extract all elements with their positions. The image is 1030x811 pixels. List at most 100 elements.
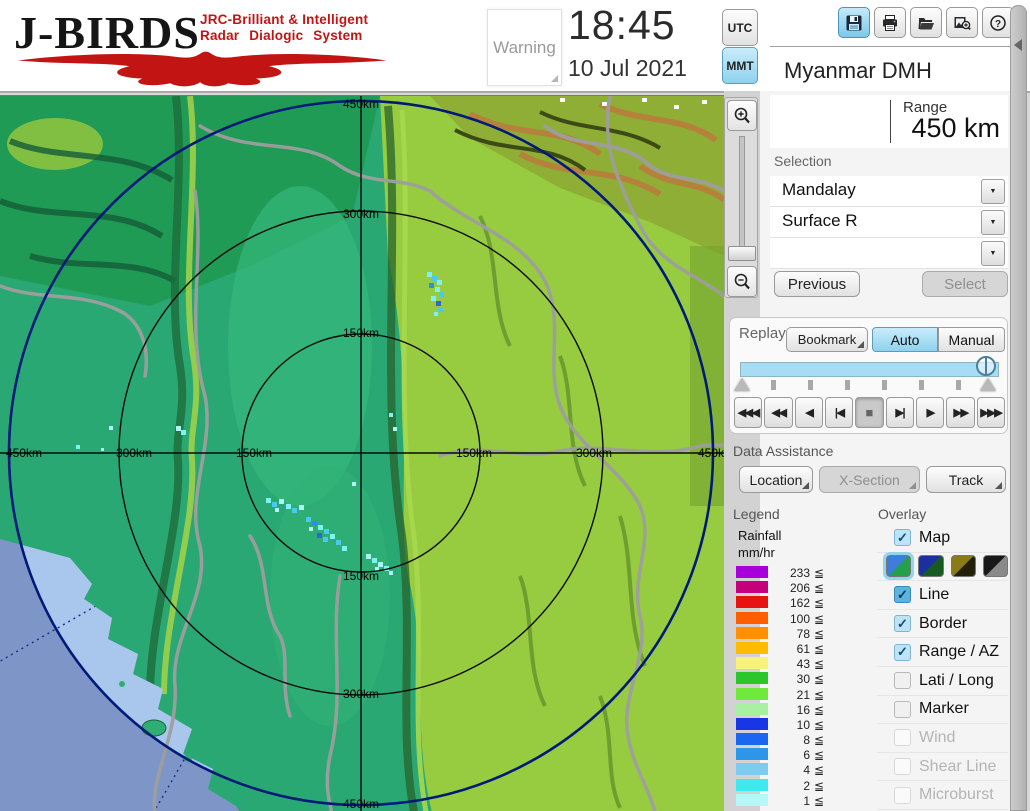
app-logo-subtitle: JRC-Brilliant & Intelligent Radar Dialog… (200, 12, 368, 43)
timeline-tick[interactable] (956, 380, 961, 390)
overlay-label-line: Line (919, 585, 950, 603)
legend-value: 78 (796, 626, 810, 641)
legend-lte-symbol: ≦ (814, 596, 825, 611)
legend-row: 1 ≦ (736, 793, 846, 808)
timeline-start-marker[interactable] (734, 378, 750, 391)
print-button[interactable] (874, 7, 906, 38)
rewind-button[interactable]: ◀ (794, 397, 823, 428)
map-style-mono[interactable] (982, 555, 1008, 578)
radar-map-canvas: 450km 300km 150km 150km 300km 450km 450k… (0, 94, 734, 811)
mmt-button[interactable]: MMT (722, 47, 758, 84)
chevron-down-icon[interactable]: ▼ (981, 179, 1005, 204)
legend-swatch (736, 641, 768, 654)
ring-label-300-top: 300km (343, 207, 379, 221)
radar-map[interactable]: 450km 300km 150km 150km 300km 450km 450k… (0, 94, 734, 811)
legend-swatch (736, 581, 768, 594)
overlay-row-shear-line: Shear Line (877, 753, 1008, 782)
step-forward-button[interactable]: ▶| (885, 397, 914, 428)
fast-rewind-icon: ◀◀ (771, 407, 787, 419)
legend-label: Legend (733, 506, 780, 522)
overlay-row-border: ✓ Border (877, 610, 1008, 639)
svg-text:?: ? (995, 19, 1001, 30)
capture-button[interactable] (946, 7, 978, 38)
legend-lte-symbol: ≦ (814, 763, 825, 778)
previous-button[interactable]: Previous (774, 271, 860, 297)
x-section-label: X-Section (839, 471, 900, 488)
legend-row: 43 ≦ (736, 656, 846, 671)
location-button[interactable]: Location (739, 466, 813, 493)
overlay-checkbox-border[interactable]: ✓ (894, 615, 911, 633)
legend-swatch (736, 611, 768, 624)
zoom-out-icon (734, 273, 750, 289)
range-box: Range 450 km (770, 95, 1008, 148)
zoom-out-button[interactable] (727, 266, 757, 297)
panel-collapse-strip[interactable] (1010, 5, 1027, 811)
legend-row: 16 ≦ (736, 702, 846, 717)
play-button[interactable]: ▶ (915, 397, 945, 428)
legend-value: 206 (789, 581, 810, 596)
overlay-checkbox-map[interactable]: ✓ (894, 529, 911, 547)
menu-corner-icon (857, 341, 864, 348)
legend-row: 100 ≦ (736, 611, 846, 626)
warning-button[interactable]: Warning (487, 9, 562, 86)
legend-title-line2: mm/hr (738, 545, 775, 560)
map-style-dark-blue-green[interactable] (918, 555, 944, 578)
timeline-tick[interactable] (808, 380, 813, 390)
overlay-checkbox-marker[interactable] (894, 700, 911, 718)
timeline-tick[interactable] (919, 380, 924, 390)
legend-value: 1 (803, 793, 810, 808)
timeline-tick[interactable] (771, 380, 776, 390)
chevron-down-icon[interactable]: ▼ (981, 241, 1005, 266)
fast-rewind-button[interactable]: ◀◀ (764, 397, 793, 428)
step-back-button[interactable]: |◀ (824, 397, 854, 428)
overlay-checkbox-line[interactable]: ✓ (894, 586, 911, 604)
map-style-olive[interactable] (950, 555, 976, 578)
select-button[interactable]: Select (922, 271, 1008, 297)
fast-forward-button[interactable]: ▶▶ (946, 397, 975, 428)
selection-dropdown-extra[interactable]: ▼ (770, 238, 1008, 269)
zoom-slider-track[interactable] (739, 136, 745, 253)
timeline-handle[interactable] (976, 356, 996, 376)
jump-start-button[interactable]: ◀◀◀ (734, 397, 763, 428)
jump-end-button[interactable]: ▶▶▶ (976, 397, 1005, 428)
ring-label-150-top: 150km (343, 326, 379, 340)
replay-timeline-slider[interactable] (740, 362, 999, 377)
logo-subtitle-line1: JRC-Brilliant & Intelligent (200, 12, 369, 27)
auto-mode-button[interactable]: Auto (872, 327, 938, 352)
track-button[interactable]: Track (926, 466, 1006, 493)
overlay-label-microburst: Microburst (919, 786, 994, 804)
zoom-slider-handle[interactable] (728, 246, 756, 261)
timeline-tick[interactable] (845, 380, 850, 390)
bookmark-button[interactable]: Bookmark (786, 327, 868, 352)
legend-swatch (736, 717, 768, 730)
overlay-label: Overlay (878, 506, 927, 522)
overlay-checkbox-lati-long[interactable] (894, 672, 911, 690)
selection-dropdown-site[interactable]: Mandalay ▼ (770, 176, 1008, 207)
map-style-color[interactable] (882, 552, 915, 581)
save-button[interactable] (838, 7, 870, 38)
eagle-logo-icon (17, 51, 387, 87)
manual-mode-button[interactable]: Manual (938, 327, 1005, 352)
legend-row: 206 ≦ (736, 580, 846, 595)
printer-icon (883, 14, 897, 31)
timeline-tick[interactable] (882, 380, 887, 390)
replay-box: Replay Bookmark Auto Manual ◀◀◀ ◀◀ ◀ |◀ ■ ▶| ▶… (729, 317, 1008, 434)
utc-button[interactable]: UTC (722, 9, 758, 46)
chevron-down-icon[interactable]: ▼ (981, 210, 1005, 235)
selection-site-value: Mandalay (782, 180, 856, 199)
overlay-checkbox-range-az[interactable]: ✓ (894, 643, 911, 661)
jump-end-icon: ▶▶▶ (980, 407, 1002, 419)
selection-dropdown-product[interactable]: Surface R ▼ (770, 207, 1008, 238)
legend-swatch (736, 778, 768, 791)
legend-value: 16 (796, 702, 810, 717)
zoom-in-button[interactable] (727, 100, 757, 131)
legend-value: 43 (796, 657, 810, 672)
open-button[interactable] (910, 7, 942, 38)
legend-swatch (736, 626, 768, 639)
stop-button[interactable]: ■ (855, 397, 884, 428)
legend-value: 61 (796, 641, 810, 656)
menu-corner-icon (551, 75, 558, 82)
timeline-end-marker[interactable] (980, 378, 996, 391)
replay-label: Replay (739, 325, 786, 342)
x-section-button[interactable]: X-Section (819, 466, 920, 493)
